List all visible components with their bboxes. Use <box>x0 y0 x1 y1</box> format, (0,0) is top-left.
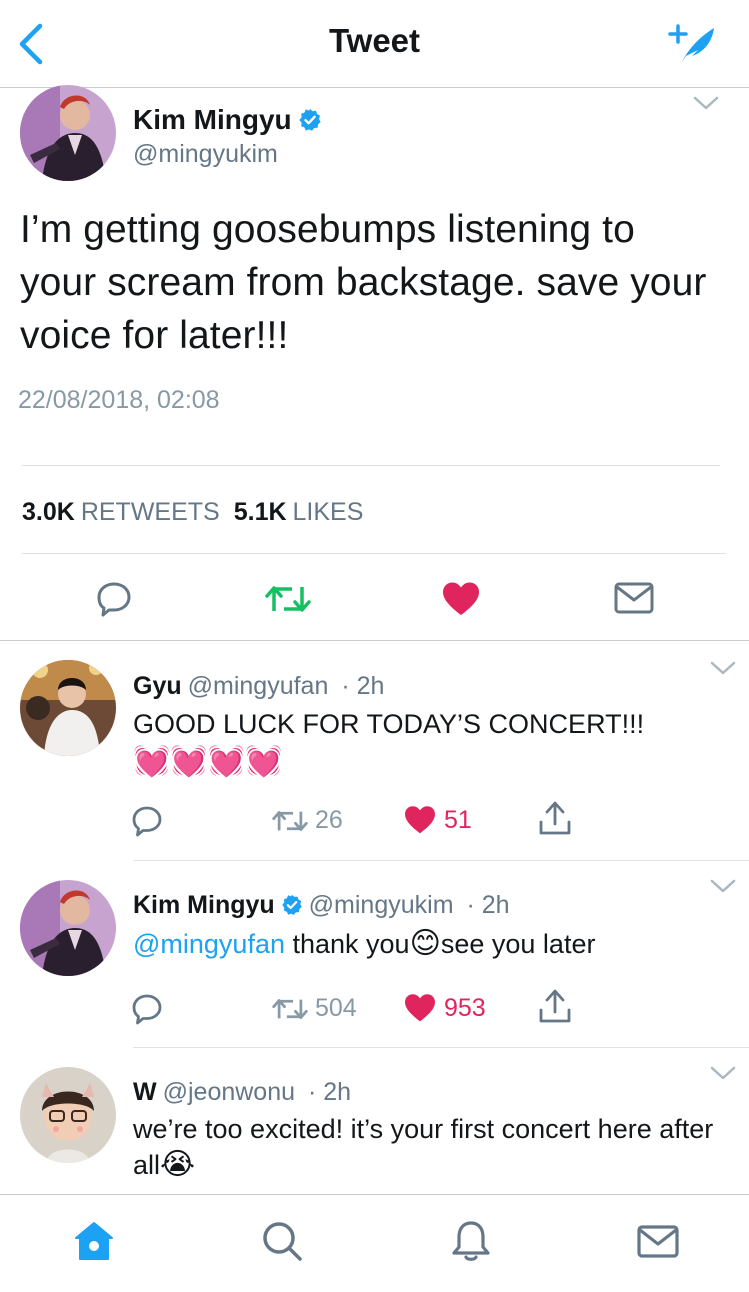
tweet-options-chevron-icon[interactable] <box>693 95 719 111</box>
retweet-icon[interactable] <box>270 807 310 835</box>
share-icon[interactable] <box>538 800 572 836</box>
divider <box>133 860 749 861</box>
sparkling-heart-emoji: 💓💓💓💓 <box>133 745 283 778</box>
divider <box>22 465 720 466</box>
envelope-icon[interactable] <box>636 1219 680 1263</box>
likes-count: 5.1K <box>233 498 287 526</box>
avatar[interactable] <box>20 1067 116 1163</box>
reply-time: · 2h <box>307 1078 352 1106</box>
reply-icon[interactable] <box>131 993 163 1025</box>
navigation-bar: Tweet <box>0 0 749 88</box>
mention-link[interactable]: @mingyufan <box>133 929 285 959</box>
retweet-count: 504 <box>315 994 357 1022</box>
avatar[interactable] <box>20 85 116 181</box>
author-handle[interactable]: @mingyukim <box>309 891 454 919</box>
likes-label: LIKES <box>292 498 364 526</box>
author-name[interactable]: W <box>133 1078 157 1106</box>
reply-time: · 2h <box>466 891 510 919</box>
reply-text-line: GOOD LUCK FOR TODAY’S CONCERT!!! <box>133 709 645 739</box>
reply-text-part: see you later <box>440 929 596 959</box>
bell-icon[interactable] <box>449 1219 493 1263</box>
reply-text-part: we’re too excited! it’s your first conce… <box>133 1114 714 1180</box>
share-icon[interactable] <box>538 988 572 1024</box>
verified-badge-icon <box>299 109 321 131</box>
heart-icon[interactable] <box>403 993 437 1023</box>
tab-bar <box>0 1194 749 1292</box>
author-handle[interactable]: @mingyufan <box>188 672 329 700</box>
tweet-stats: 3.0K RETWEETS 5.1K LIKES <box>22 498 377 527</box>
retweet-count: 26 <box>315 806 343 834</box>
divider <box>22 553 726 554</box>
reply-text: @mingyufan thank you😊see you later <box>133 926 743 962</box>
home-icon[interactable] <box>72 1219 116 1263</box>
page-title: Tweet <box>328 22 421 59</box>
tweet-options-chevron-icon[interactable] <box>710 1065 736 1081</box>
reply-icon[interactable] <box>95 580 133 618</box>
reply-header: W @jeonwonu · 2h <box>133 1078 351 1107</box>
reply-time: · 2h <box>341 672 385 700</box>
author-handle[interactable]: @mingyukim <box>133 140 278 169</box>
author-name-text: Kim Mingyu <box>133 104 292 135</box>
author-handle[interactable]: @jeonwonu <box>163 1078 295 1106</box>
reply-text-part: thank you <box>284 929 410 959</box>
divider <box>0 640 749 641</box>
likes-stat[interactable]: 5.1K LIKES <box>234 498 378 526</box>
retweets-stat[interactable]: 3.0K RETWEETS <box>22 498 234 526</box>
like-count: 51 <box>444 806 472 834</box>
author-name[interactable]: Kim Mingyu <box>133 891 275 919</box>
search-icon[interactable] <box>260 1219 304 1263</box>
verified-badge-icon <box>281 894 302 915</box>
smiling-face-emoji: 😊 <box>409 927 441 960</box>
author-name[interactable]: Gyu <box>133 672 182 700</box>
divider <box>133 1047 749 1048</box>
crying-face-emoji: 😭 <box>160 1148 196 1181</box>
retweets-label: RETWEETS <box>80 498 220 526</box>
retweet-icon[interactable] <box>264 581 312 617</box>
retweets-count: 3.0K <box>22 498 75 526</box>
tweet-text: I’m getting goosebumps listening to your… <box>20 208 707 357</box>
retweet-icon[interactable] <box>270 995 310 1023</box>
compose-tweet-icon <box>668 24 714 62</box>
tweet-timestamp: 22/08/2018, 02:08 <box>18 386 220 414</box>
compose-button[interactable] <box>668 20 720 66</box>
reply-header: Kim Mingyu @mingyukim · 2h <box>133 891 510 920</box>
envelope-icon[interactable] <box>614 582 654 614</box>
avatar[interactable] <box>20 660 116 756</box>
tweet-options-chevron-icon[interactable] <box>710 878 736 894</box>
tweet-options-chevron-icon[interactable] <box>710 660 736 676</box>
reply-text: GOOD LUCK FOR TODAY’S CONCERT!!! 💓💓💓💓 <box>133 706 733 782</box>
avatar[interactable] <box>20 880 116 976</box>
author-name[interactable]: Kim Mingyu <box>133 104 322 136</box>
like-count: 953 <box>444 994 486 1022</box>
heart-icon[interactable] <box>403 805 437 835</box>
reply-header: Gyu @mingyufan · 2h <box>133 672 384 701</box>
reply-text: we’re too excited! it’s your first conce… <box>133 1111 733 1183</box>
heart-icon[interactable] <box>441 581 481 617</box>
reply-icon[interactable] <box>131 805 163 837</box>
